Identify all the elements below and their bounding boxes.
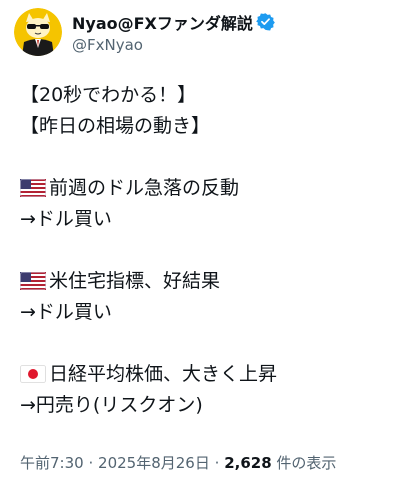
name-row: Nyao@FXファンダ解説 (72, 11, 275, 33)
display-name[interactable]: Nyao@FXファンダ解説 (72, 10, 253, 34)
tweet-line-text: 米住宅指標、好結果 (49, 270, 221, 292)
tweet-line-text: 日経平均株価、大きく上昇 (49, 363, 278, 385)
cat-avatar-icon (14, 8, 62, 56)
tweet-text: 【20秒でわかる！】 【昨日の相場の動き】 前週のドル急落の反動 →ドル買い 米… (20, 80, 400, 421)
views-label: 件の表示 (276, 454, 337, 472)
views-count: 2,628 (224, 454, 272, 472)
tweet-date[interactable]: 2025年8月26日 (98, 454, 210, 472)
tweet-line: 米住宅指標、好結果 (20, 266, 400, 297)
tweet-time[interactable]: 午前7:30 (20, 454, 84, 472)
tweet-line: →円売り(リスクオン) (20, 394, 203, 416)
japan-flag-icon (20, 365, 46, 383)
author-identity: Nyao@FXファンダ解説 @FxNyao (72, 11, 275, 54)
tweet-line: 前週のドル急落の反動 (20, 173, 400, 204)
us-flag-icon (20, 272, 46, 290)
tweet-line-text: 前週のドル急落の反動 (49, 177, 240, 199)
us-flag-icon (20, 179, 46, 197)
meta-separator: · (214, 454, 220, 472)
verified-badge-icon[interactable] (256, 12, 275, 31)
user-handle[interactable]: @FxNyao (72, 36, 275, 54)
tweet-line: 【昨日の相場の動き】 (20, 115, 211, 137)
tweet-line: 日経平均株価、大きく上昇 (20, 359, 400, 390)
avatar[interactable] (14, 8, 62, 56)
meta-separator: · (88, 454, 94, 472)
tweet-line: →ドル買い (20, 208, 112, 230)
tweet-header: Nyao@FXファンダ解説 @FxNyao (14, 8, 275, 56)
tweet-meta: 午前7:30 · 2025年8月26日 · 2,628 件の表示 (20, 452, 336, 473)
tweet-line: →ドル買い (20, 301, 112, 323)
tweet-line: 【20秒でわかる！】 (20, 84, 197, 106)
